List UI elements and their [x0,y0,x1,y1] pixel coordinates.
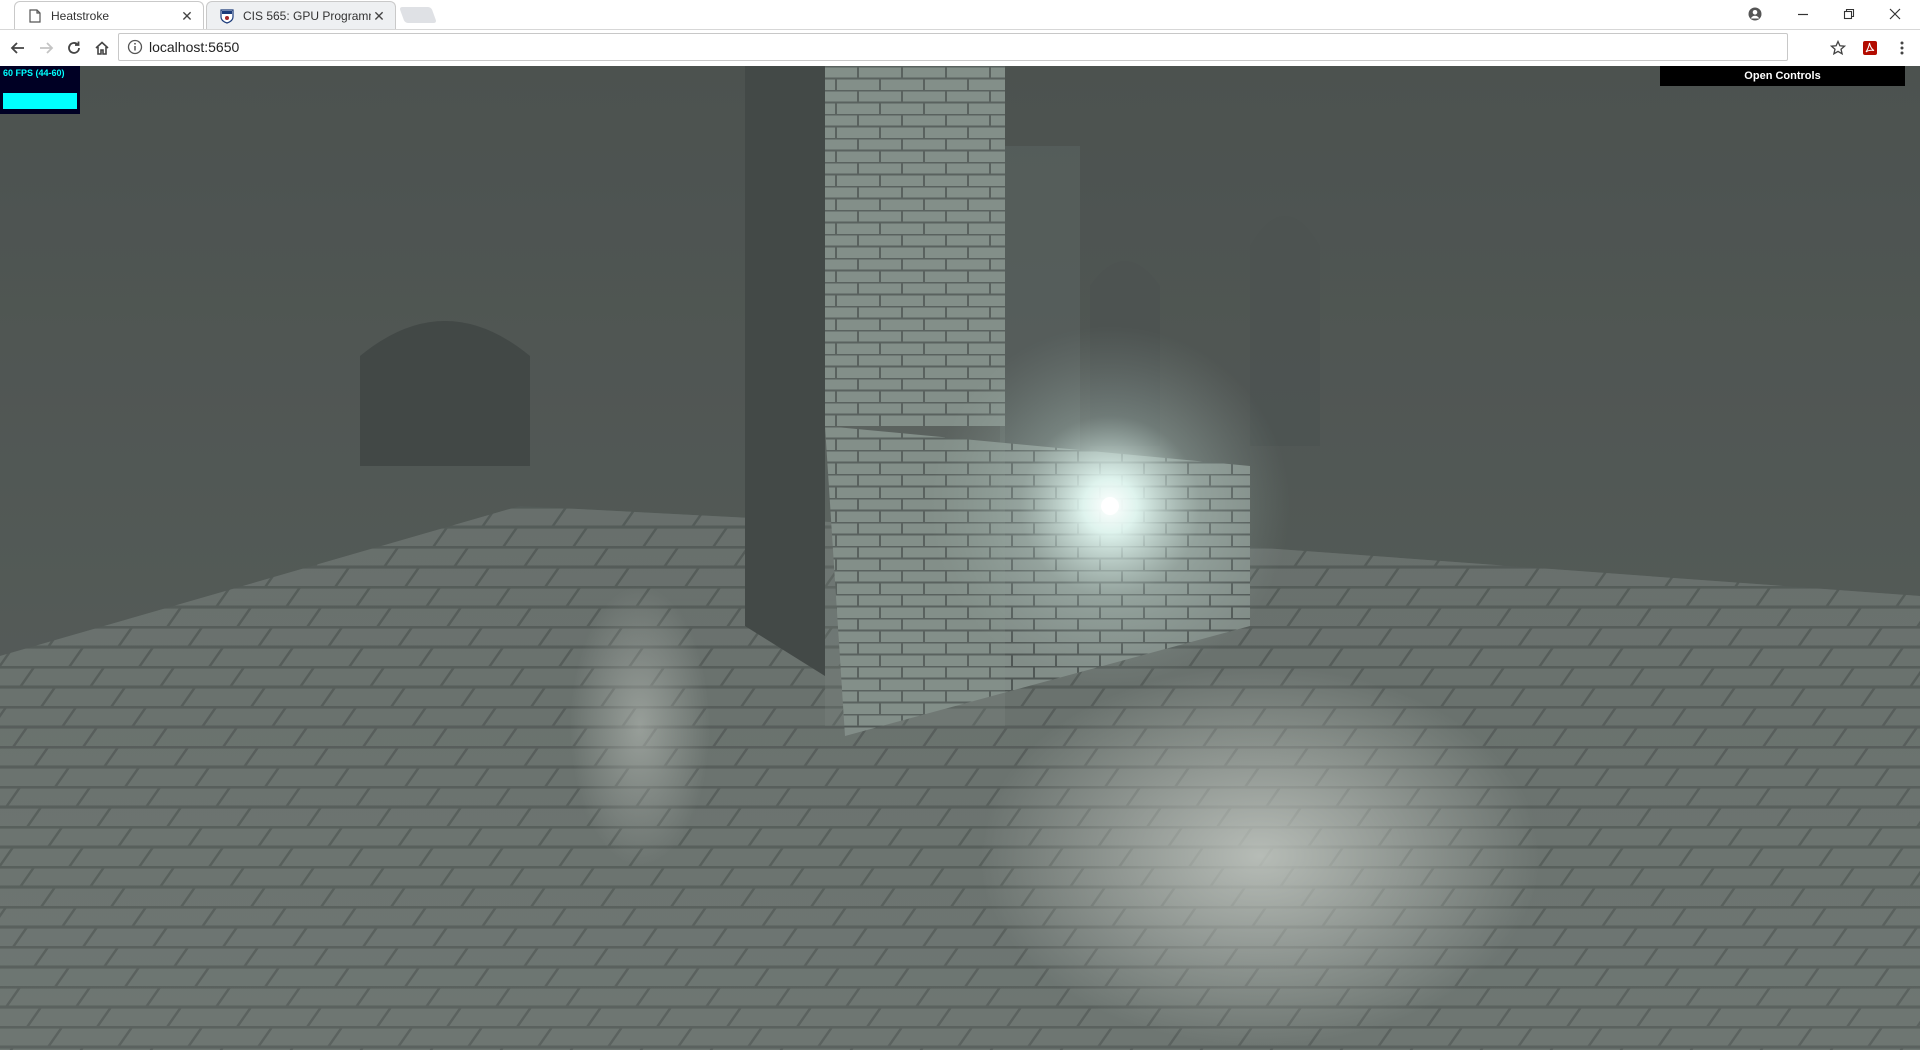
url-text: localhost:5650 [149,39,240,55]
home-icon[interactable] [88,34,116,62]
fps-stats-panel[interactable]: 60 FPS (44-60) [0,66,80,114]
page-icon [27,8,43,24]
rendered-scene [0,66,1920,1050]
fps-graph-bar [3,93,77,109]
tab-title: Heatstroke [51,8,110,23]
profile-icon[interactable] [1732,0,1778,28]
close-tab-icon[interactable]: ✕ [179,8,195,24]
back-icon[interactable] [4,34,32,62]
fps-readout: 60 FPS (44-60) [3,68,65,78]
fps-graph [3,93,77,109]
tab-cis565[interactable]: CIS 565: GPU Programmi ✕ [206,1,396,29]
bookmark-star-icon[interactable] [1824,34,1852,62]
address-bar[interactable]: localhost:5650 [118,33,1788,61]
browser-toolbar: localhost:5650 [0,30,1920,67]
webgl-canvas[interactable] [0,66,1920,1050]
open-controls-button[interactable]: Open Controls [1660,66,1905,86]
menu-kebab-icon[interactable] [1888,34,1916,62]
close-window-icon[interactable] [1872,0,1918,28]
info-icon[interactable] [127,39,143,55]
browser-chrome: Heatstroke ✕ CIS 565: GPU Programmi ✕ lo… [0,0,1920,67]
forward-icon[interactable] [32,34,60,62]
reload-icon[interactable] [60,34,88,62]
restore-icon[interactable] [1826,0,1872,28]
close-tab-icon[interactable]: ✕ [371,8,387,24]
minimize-icon[interactable] [1780,0,1826,28]
pdf-extension-icon[interactable] [1856,34,1884,62]
tab-heatstroke[interactable]: Heatstroke ✕ [14,1,204,29]
tab-title: CIS 565: GPU Programmi [243,8,371,23]
tab-strip: Heatstroke ✕ CIS 565: GPU Programmi ✕ [0,0,1920,30]
new-tab-button[interactable] [399,7,437,23]
upenn-icon [219,8,235,24]
